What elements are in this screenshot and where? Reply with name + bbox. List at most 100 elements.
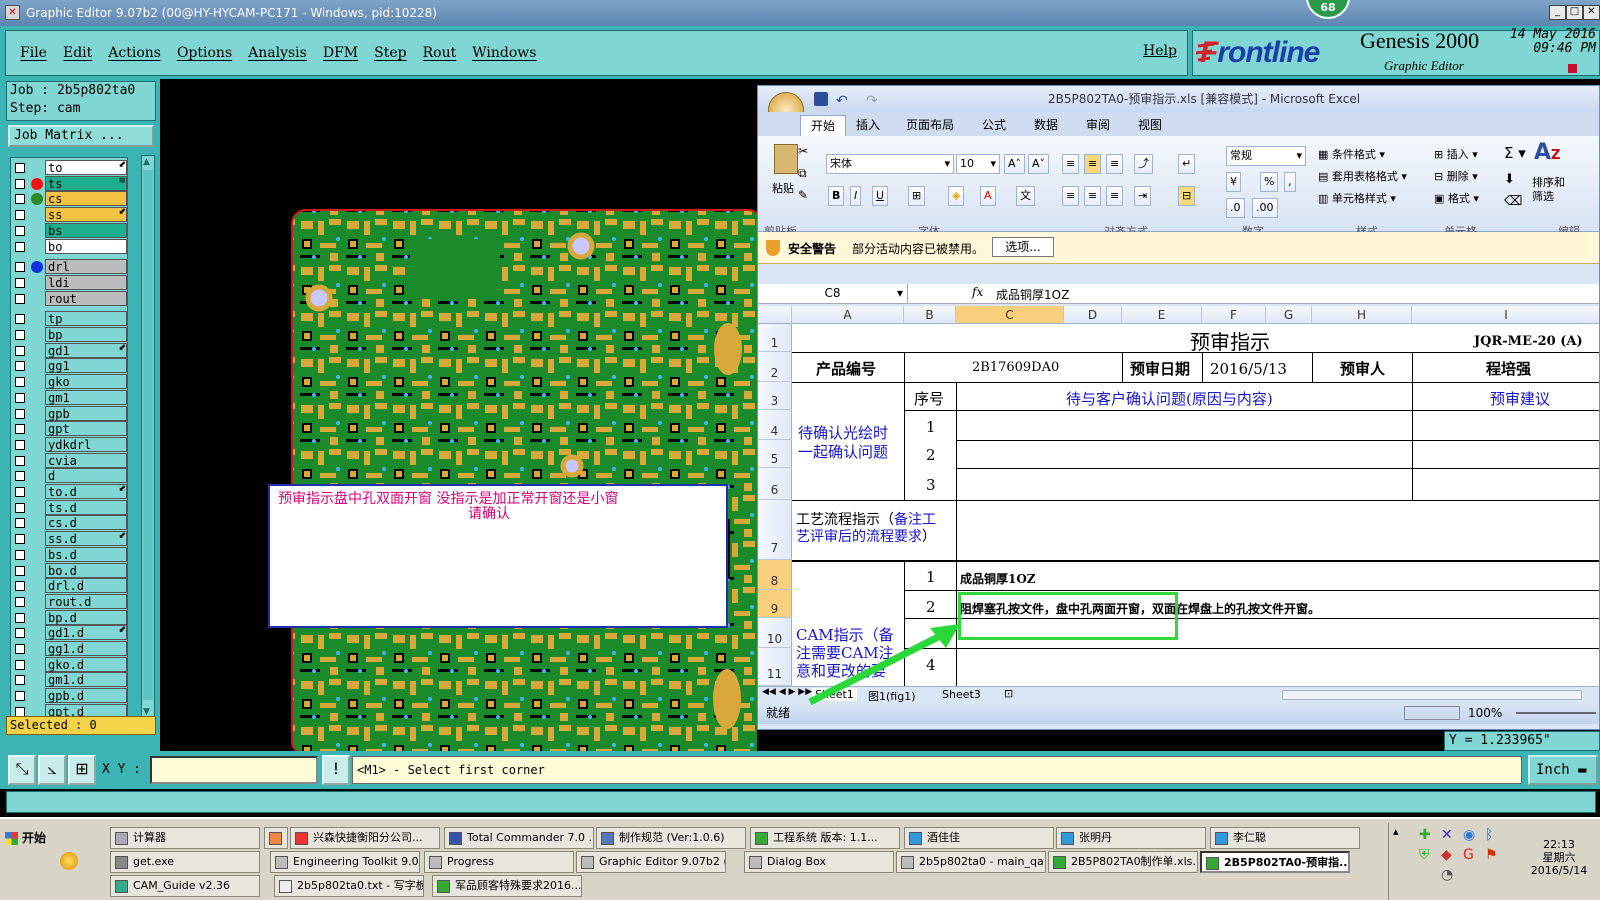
layer-name[interactable]: bo [45,238,127,254]
layer-name[interactable]: bp.d [45,609,127,625]
row-header-3[interactable]: 3 [758,382,792,410]
column-header-I[interactable]: I [1412,306,1599,324]
cell-seq-label[interactable]: 序号 [914,388,944,409]
cell-product-no[interactable]: 2B17609DA0 [972,360,1059,375]
layer-row-ts-d[interactable]: ts.d [11,499,127,516]
layer-row-to-d[interactable]: to.d ⬋ [11,484,127,500]
cell-n2[interactable]: 2 [926,446,936,464]
cut-icon[interactable]: ✂ [798,144,808,158]
orientation-button[interactable]: ⤴ [1134,154,1153,174]
layer-checkbox[interactable] [15,534,25,545]
ribbon-tab-6[interactable]: 视图 [1138,115,1162,136]
taskbar-item-r1-6[interactable]: 酒佳佳 [904,827,1054,849]
underline-button[interactable]: U [872,186,889,206]
menu-dfm[interactable]: DFM [323,45,358,61]
clear-icon[interactable]: ⌫ [1504,194,1522,209]
taskbar-item-r1-0[interactable]: 计算器 [110,827,260,849]
align-bottom-button[interactable]: ≡ [1106,154,1124,174]
layer-name[interactable]: gm1.d [45,672,127,688]
taskbar-item-r2-1[interactable]: Engineering Toolkit 9.07... [270,851,420,873]
menu-windows[interactable]: Windows [472,45,536,61]
cell-pending-label[interactable]: 待与客户确认问题(原因与内容) [1066,388,1273,409]
ribbon-tab-2[interactable]: 页面布局 [906,115,954,136]
taskbar-item-r3-1[interactable]: 2b5p802ta0.txt - 写字板 [274,875,424,897]
layer-name[interactable]: rout.d [45,593,127,609]
cell-product-label[interactable]: 产品编号 [816,358,876,379]
layer-checkbox[interactable] [15,581,25,592]
cell-title[interactable]: 预审指示 [1190,326,1270,355]
layer-row-bs[interactable]: bs [11,222,127,239]
tray-qq-icon[interactable]: ◉ [1463,827,1475,843]
ribbon-tab-1[interactable]: 插入 [856,115,880,136]
layer-row-gm1[interactable]: gm1 [11,389,127,406]
layer-row-gpb-d[interactable]: gpb.d [11,688,127,704]
ribbon-tab-0[interactable]: 开始 [800,115,847,136]
menu-analysis[interactable]: Analysis [248,45,307,61]
layer-name[interactable]: drl [45,259,127,275]
layer-name[interactable]: gko [45,374,127,390]
taskbar-item-r1-3[interactable]: Total Commander 7.0 ... [444,827,594,849]
layer-name[interactable]: ss.d [45,531,127,547]
layer-name[interactable]: cvia [45,452,127,468]
taskbar-item-r2-4[interactable]: Dialog Box [744,851,894,873]
taskbar-item-r1-2[interactable]: 兴森快捷衡阳分公司... [290,827,440,849]
bold-button[interactable]: B [828,186,845,206]
align-top-button[interactable]: ≡ [1062,154,1080,174]
taskbar-item-r2-0[interactable]: get.exe [110,851,260,873]
undo-icon[interactable]: ↶ [836,88,848,114]
row-header-5[interactable]: 5 [758,440,792,468]
layer-row-gko[interactable]: gko [11,374,127,390]
layer-checkbox[interactable] [15,210,25,221]
layer-name[interactable]: ts.d [45,499,127,515]
layer-row-cs[interactable]: cs [11,191,127,207]
align-middle-button[interactable]: ≡ [1084,154,1102,174]
taskbar-item-r3-0[interactable]: CAM_Guide v2.36 [110,875,260,897]
row-header-7[interactable]: 7 [758,500,792,560]
layer-name[interactable]: gm1 [45,389,127,405]
tray-tool-icon[interactable]: ✕ [1441,827,1453,843]
layer-scrollbar[interactable]: ▲ ▼ [141,155,155,719]
layer-checkbox[interactable] [15,471,25,482]
layer-checkbox[interactable] [15,455,25,466]
maximize-button[interactable]: □ [1566,5,1583,20]
formula-input[interactable]: 成品铜厚1OZ [996,286,1069,303]
layer-name[interactable]: bp [45,327,127,342]
layer-name[interactable]: gd1 [45,342,127,358]
row-header-4[interactable]: 4 [758,410,792,440]
currency-button[interactable]: ¥ [1226,172,1241,192]
shrink-font-button[interactable]: A˅ [1028,154,1050,174]
column-header-B[interactable]: B [904,306,956,324]
cell-n3[interactable]: 3 [926,476,936,494]
merge-button[interactable]: ⊟ [1178,186,1196,206]
layer-name[interactable]: ldi [45,274,127,290]
zoom-window-icon[interactable]: ⤡ [8,755,36,785]
start-button[interactable]: 开始 [2,827,56,849]
new-sheet-icon[interactable]: ⊡ [1004,687,1013,700]
scroll-thumb[interactable] [143,170,153,700]
layer-name[interactable]: gpt [45,421,127,437]
layer-name[interactable]: gg1.d [45,641,127,656]
layer-row-drl[interactable]: drl [11,259,127,275]
layer-name[interactable]: gd1.d [45,625,127,641]
row-header-11[interactable]: 11 [758,648,792,686]
layer-row-bo[interactable]: bo [11,238,127,255]
taskbar-item-r2-7[interactable]: 2B5P802TA0-预审指... [1200,851,1350,873]
cell-review-date-label[interactable]: 预审日期 [1130,358,1190,379]
cell-n1[interactable]: 1 [926,418,936,436]
taskbar-item-r1-8[interactable]: 李仁聪 [1210,827,1360,849]
cell-c2[interactable]: 2 [926,598,936,616]
layer-row-tp[interactable]: tp [11,311,127,327]
pcb-canvas[interactable] [160,79,763,756]
layer-checkbox[interactable] [15,565,25,576]
layer-name[interactable]: d [45,468,127,484]
indent-button[interactable]: ⇥ [1134,186,1152,206]
layer-checkbox[interactable] [15,225,25,236]
layer-row-gd1[interactable]: gd1 ⬋ [11,342,127,359]
units-toggle[interactable]: Inch ▬ [1528,755,1598,785]
insert-cells-button[interactable]: ⊞ 插入 ▾ [1434,146,1478,162]
layer-row-bp[interactable]: bp [11,327,127,343]
layer-name[interactable]: drl.d [45,578,127,594]
layer-name[interactable]: gg1 [45,358,127,374]
layer-checkbox[interactable] [15,502,25,513]
layer-row-bs-d[interactable]: bs.d [11,546,127,563]
